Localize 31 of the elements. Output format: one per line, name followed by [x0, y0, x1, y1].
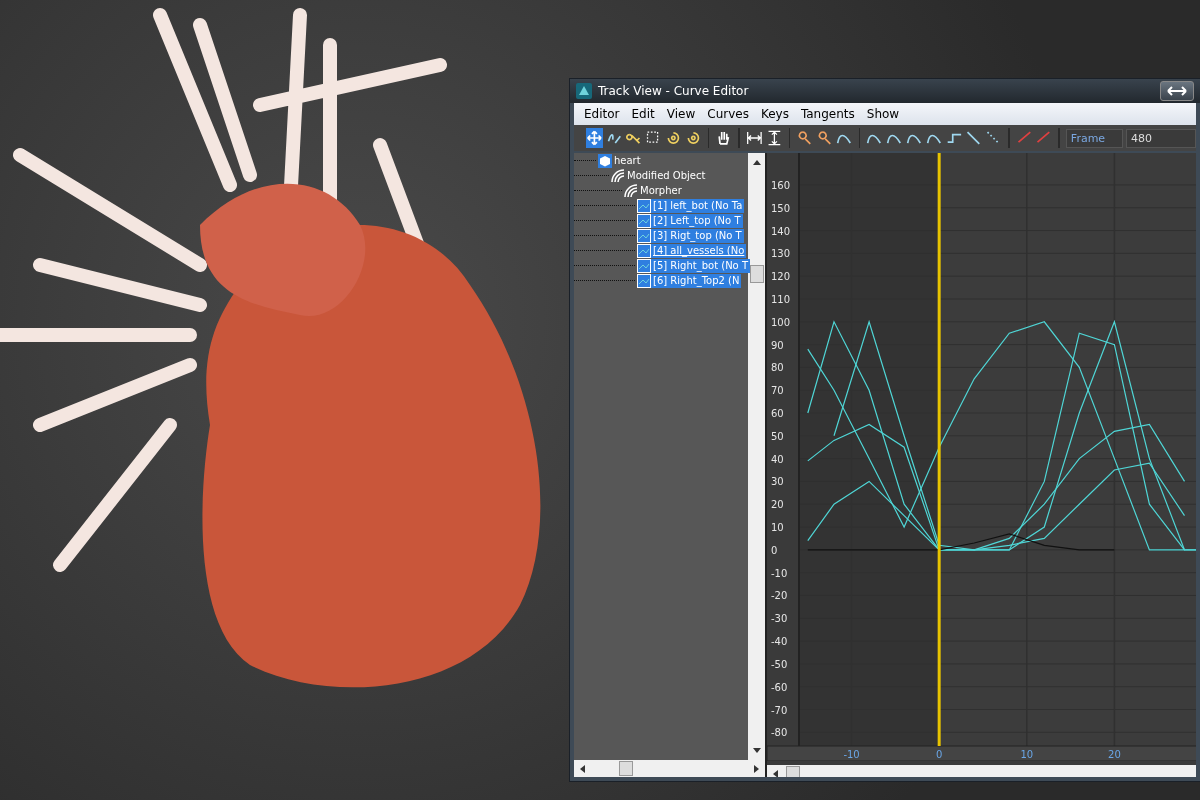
- y-axis-label: 140: [771, 225, 791, 237]
- y-axis-label: -10: [771, 567, 788, 579]
- y-axis-label: 90: [771, 339, 784, 351]
- y-axis-label: 30: [771, 476, 784, 488]
- y-axis-label: 150: [771, 202, 791, 214]
- y-axis-label: 60: [771, 408, 784, 419]
- y-axis-label: -50: [771, 658, 788, 670]
- y-axis-label: 40: [771, 453, 784, 465]
- x-axis-label: -10: [843, 749, 860, 760]
- y-axis-label: 20: [771, 499, 784, 511]
- window-title: Track View - Curve Editor: [598, 84, 749, 98]
- x-axis-label: 20: [1108, 749, 1121, 760]
- frame-label: Frame: [1065, 128, 1123, 148]
- y-axis-label: -80: [771, 727, 788, 739]
- y-axis-label: 10: [771, 522, 784, 534]
- x-axis-label: 10: [1020, 749, 1034, 760]
- y-axis-label: -40: [771, 636, 788, 648]
- y-axis-label: -30: [771, 613, 788, 625]
- y-axis-label: -60: [771, 681, 788, 693]
- y-axis-label: 70: [771, 385, 784, 397]
- y-axis-label: 100: [771, 316, 791, 328]
- y-axis-label: 160: [771, 179, 791, 191]
- x-axis-label: 0: [936, 749, 943, 760]
- y-axis-label: 0: [771, 544, 778, 556]
- y-axis-label: 110: [771, 293, 791, 305]
- y-axis-label: 130: [771, 248, 791, 260]
- y-axis-label: -70: [771, 704, 788, 716]
- y-axis-label: 80: [771, 362, 784, 374]
- y-axis-label: 50: [771, 430, 784, 442]
- y-axis-label: -20: [771, 590, 788, 602]
- y-axis-label: 120: [771, 271, 791, 283]
